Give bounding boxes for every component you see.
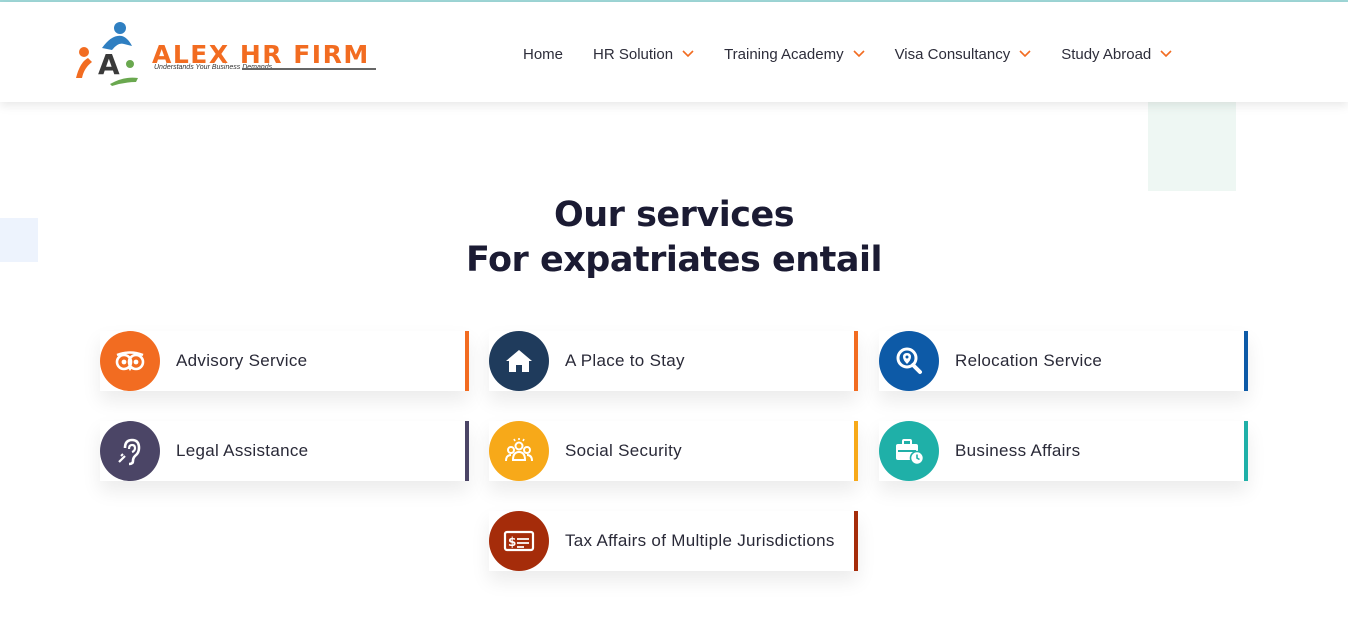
- service-label: A Place to Stay: [565, 351, 685, 370]
- group-icon: [489, 421, 549, 481]
- money-card-icon: $: [489, 511, 549, 571]
- brand-logo[interactable]: A ALEX HR FIRM Understands Your Business…: [72, 20, 382, 88]
- site-header: A ALEX HR FIRM Understands Your Business…: [0, 2, 1348, 102]
- service-card-legal[interactable]: Legal Assistance: [100, 421, 469, 481]
- nav-item-label: Study Abroad: [1061, 45, 1152, 63]
- brand-underline: [242, 68, 376, 70]
- nav-item-home[interactable]: Home: [523, 46, 563, 63]
- service-label: Advisory Service: [176, 351, 308, 370]
- nav-item-label: HR Solution: [593, 45, 674, 63]
- service-label: Tax Affairs of Multiple Jurisdictions: [565, 531, 835, 550]
- nav-item-label: Home: [523, 45, 564, 63]
- ear-icon: [100, 421, 160, 481]
- nav-item-training-academy[interactable]: Training Academy: [724, 46, 865, 63]
- chevron-down-icon: [682, 50, 694, 58]
- service-label: Relocation Service: [955, 351, 1103, 370]
- svg-text:A: A: [98, 48, 120, 81]
- briefcase-clock-icon: [879, 421, 939, 481]
- nav-item-label: Training Academy: [724, 45, 844, 63]
- service-card-business-affairs[interactable]: Business Affairs: [879, 421, 1248, 481]
- nav-item-hr-solution[interactable]: HR Solution: [593, 46, 694, 63]
- service-label: Legal Assistance: [176, 441, 309, 460]
- home-icon: [489, 331, 549, 391]
- nav-item-study-abroad[interactable]: Study Abroad: [1061, 46, 1172, 63]
- service-card-tax-affairs[interactable]: $ Tax Affairs of Multiple Jurisdictions: [489, 511, 858, 571]
- svg-text:$: $: [508, 535, 516, 549]
- logo-mark-icon: A: [76, 22, 138, 86]
- service-card-place-to-stay[interactable]: A Place to Stay: [489, 331, 858, 391]
- chevron-down-icon: [853, 50, 865, 58]
- chevron-down-icon: [1019, 50, 1031, 58]
- service-card-social-security[interactable]: Social Security: [489, 421, 858, 481]
- chevron-down-icon: [1160, 50, 1172, 58]
- service-label: Social Security: [565, 441, 682, 460]
- nav-item-visa-consultancy[interactable]: Visa Consultancy: [895, 46, 1032, 63]
- service-card-relocation[interactable]: Relocation Service: [879, 331, 1248, 391]
- owl-icon: [100, 331, 160, 391]
- location-search-icon: [879, 331, 939, 391]
- service-card-advisory[interactable]: Advisory Service: [100, 331, 469, 391]
- section-heading: Our services For expatriates entail: [0, 192, 1348, 282]
- decorative-square-mint: [1148, 102, 1236, 191]
- section-title-line2: For expatriates entail: [465, 240, 883, 280]
- nav-item-label: Visa Consultancy: [894, 45, 1011, 63]
- service-label: Business Affairs: [955, 441, 1081, 460]
- section-title-line1: Our services: [553, 195, 795, 235]
- main-nav: Home HR Solution Training Academy Visa C…: [523, 42, 1172, 66]
